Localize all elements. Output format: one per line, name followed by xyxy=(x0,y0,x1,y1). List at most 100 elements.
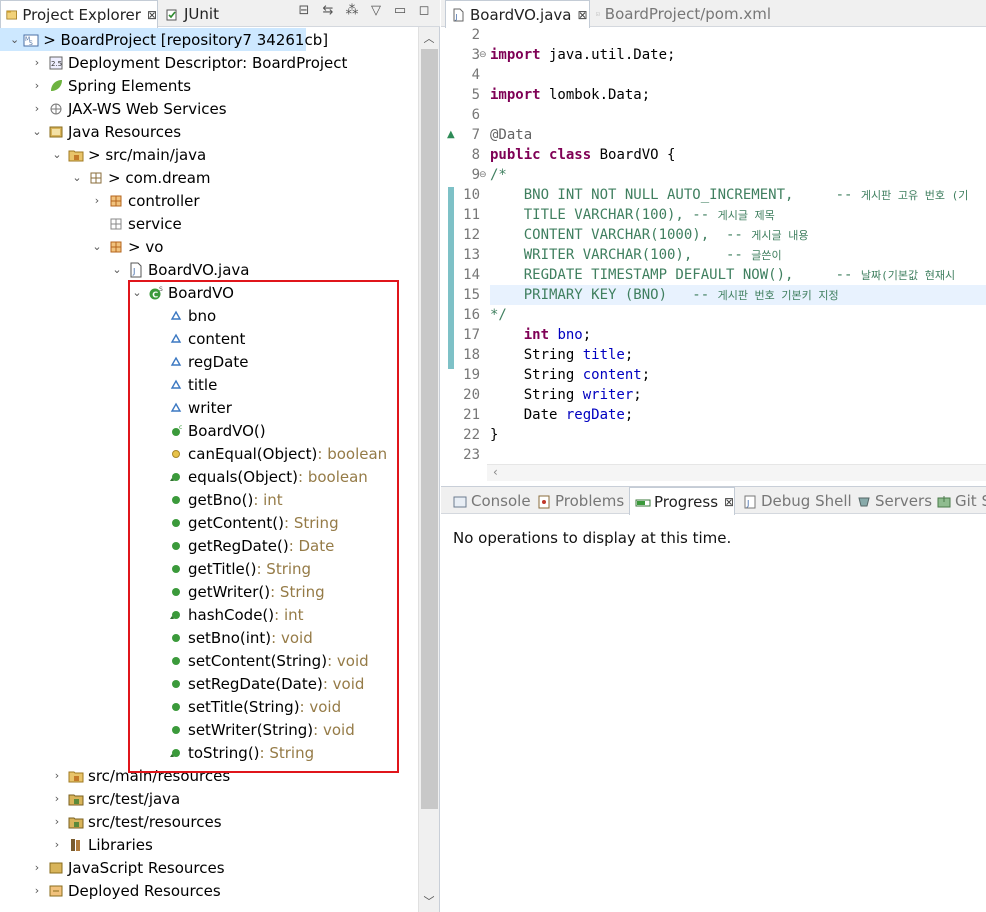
scrollbar-thumb[interactable] xyxy=(421,49,438,809)
close-icon[interactable]: ⊠ xyxy=(577,8,587,22)
tree-item-getcontent[interactable]: getContent() : String xyxy=(0,511,339,534)
close-icon[interactable]: ⊠ xyxy=(724,495,734,509)
collapsed-chevron-icon[interactable]: › xyxy=(50,769,64,783)
code-line[interactable]: WRITER VARCHAR(100), -- 글쓴이 xyxy=(490,245,782,265)
collapsed-chevron-icon[interactable]: › xyxy=(50,815,64,829)
tree-item-writer[interactable]: writer xyxy=(0,396,232,419)
code-line[interactable]: CONTENT VARCHAR(1000), -- 게시글 내용 xyxy=(490,225,809,245)
code-line[interactable]: PRIMARY KEY (BNO) -- 게시판 번호 기본키 지정 xyxy=(490,285,986,305)
tree-item-com-dream[interactable]: ⌄ > com.dream xyxy=(0,166,210,189)
tree-item-src-test-resources[interactable]: › src/test/resources xyxy=(0,810,222,833)
tree-item-getbno[interactable]: getBno() : int xyxy=(0,488,283,511)
code-area[interactable]: import java.util.Date; import lombok.Data… xyxy=(490,27,986,464)
tab-boardvo-java[interactable]: J BoardVO.java ⊠ xyxy=(445,0,590,28)
code-line[interactable]: @Data xyxy=(490,125,532,145)
code-line[interactable]: public class BoardVO { xyxy=(490,145,675,165)
fold-toggle-icon[interactable]: ⊖ xyxy=(479,45,487,65)
code-line[interactable]: /* xyxy=(490,165,507,185)
tree-item-setwriter-string[interactable]: setWriter(String) : void xyxy=(0,718,355,741)
tree-item-bno[interactable]: bno xyxy=(0,304,216,327)
collapsed-chevron-icon[interactable]: › xyxy=(90,194,104,208)
tree-item-spring-elements[interactable]: › Spring Elements xyxy=(0,74,191,97)
code-line[interactable]: int bno; xyxy=(490,325,591,345)
tree-item-hashcode[interactable]: hashCode() : int xyxy=(0,603,304,626)
expand-chevron-icon[interactable]: ⌄ xyxy=(90,240,104,254)
code-line[interactable]: TITLE VARCHAR(100), -- 게시글 제목 xyxy=(490,205,775,225)
code-line[interactable]: import lombok.Data; xyxy=(490,85,650,105)
tree-item-java-resources[interactable]: ⌄ Java Resources xyxy=(0,120,181,143)
tab-console[interactable]: Console xyxy=(447,487,531,514)
tree-item-setregdate-date[interactable]: setRegDate(Date) : void xyxy=(0,672,364,695)
collapsed-chevron-icon[interactable]: › xyxy=(50,792,64,806)
tree-item-boardvo-java[interactable]: ⌄ J BoardVO.java xyxy=(0,258,249,281)
code-line[interactable]: String title; xyxy=(490,345,634,365)
code-line[interactable]: REGDATE TIMESTAMP DEFAULT NOW(), -- 날짜(기… xyxy=(490,265,955,285)
tab-pom-xml[interactable]: M BoardProject/pom.xml xyxy=(591,0,771,27)
tree-item-getregdate[interactable]: getRegDate() : Date xyxy=(0,534,334,557)
tree-item-src-main-java[interactable]: ⌄ > src/main/java xyxy=(0,143,206,166)
expand-chevron-icon[interactable]: ⌄ xyxy=(70,171,84,185)
collapsed-chevron-icon[interactable]: › xyxy=(30,56,44,70)
code-line[interactable]: BNO INT NOT NULL AUTO_INCREMENT, -- 게시판 … xyxy=(490,185,969,205)
tree-item-boardproject-repository7-34261cb[interactable]: ⌄ M S > BoardProject [repository7 34261cb] xyxy=(0,28,328,51)
tab-project-explorer[interactable]: Project Explorer ⊠ xyxy=(0,0,158,28)
tree-item-deployed-resources[interactable]: › Deployed Resources xyxy=(0,879,221,902)
tab-debug-shell[interactable]: J Debug Shell xyxy=(737,487,852,514)
tree-item-service[interactable]: service xyxy=(0,212,182,235)
code-line[interactable]: import java.util.Date; xyxy=(490,45,675,65)
code-line[interactable]: String writer; xyxy=(490,385,642,405)
fold-toggle-icon[interactable]: ⊖ xyxy=(479,165,487,185)
expand-chevron-icon[interactable]: ⌄ xyxy=(10,33,19,47)
collapsed-chevron-icon[interactable]: › xyxy=(30,79,44,93)
tree-item-controller[interactable]: › controller xyxy=(0,189,200,212)
tree-item-tostring[interactable]: toString() : String xyxy=(0,741,314,764)
code-line[interactable]: */ xyxy=(490,305,507,325)
expand-chevron-icon[interactable]: ⌄ xyxy=(110,263,124,277)
tab-servers[interactable]: Servers xyxy=(851,487,932,514)
link-with-editor-icon[interactable]: ⇆ xyxy=(320,3,336,19)
editor-horizontal-scrollbar[interactable]: ‹ xyxy=(487,464,986,481)
tab-progress[interactable]: Progress ⊠ xyxy=(629,487,735,515)
tree-item-gettitle[interactable]: getTitle() : String xyxy=(0,557,311,580)
expand-chevron-icon[interactable]: ⌄ xyxy=(30,125,44,139)
collapsed-chevron-icon[interactable]: › xyxy=(30,102,44,116)
tree-item-getwriter[interactable]: getWriter() : String xyxy=(0,580,325,603)
expand-chevron-icon[interactable]: ⌄ xyxy=(130,286,144,300)
collapsed-chevron-icon[interactable]: › xyxy=(30,884,44,898)
tree-item-src-main-resources[interactable]: › src/main/resources xyxy=(0,764,230,787)
minimize-icon[interactable]: ▭ xyxy=(392,3,408,19)
maximize-icon[interactable]: ◻ xyxy=(416,3,432,19)
code-line[interactable]: String content; xyxy=(490,365,650,385)
tab-junit[interactable]: JUnit xyxy=(160,0,240,27)
view-menu-icon[interactable]: ▽ xyxy=(368,3,384,19)
tree-item-jax-ws-web-services[interactable]: › JAX-WS Web Services xyxy=(0,97,227,120)
tree-item-deployment-descriptor-boardproject[interactable]: › 2.5 Deployment Descriptor: BoardProject xyxy=(0,51,348,74)
tree-item-regdate[interactable]: regDate xyxy=(0,350,248,373)
tab-git-sta[interactable]: Git Sta xyxy=(931,487,986,514)
collapsed-chevron-icon[interactable]: › xyxy=(50,838,64,852)
scroll-down-arrow-icon[interactable]: ﹀ xyxy=(422,893,436,908)
filter-icon[interactable]: ⁂ xyxy=(344,3,360,19)
scroll-left-arrow-icon[interactable]: ‹ xyxy=(493,465,498,479)
tree-item-javascript-resources[interactable]: › JavaScript Resources xyxy=(0,856,225,879)
collapse-all-icon[interactable]: ⊟ xyxy=(296,3,312,19)
tree-item-boardvo[interactable]: c BoardVO() xyxy=(0,419,266,442)
tree-item-equals-object[interactable]: equals(Object) : boolean xyxy=(0,465,368,488)
tree-item-settitle-string[interactable]: setTitle(String) : void xyxy=(0,695,341,718)
tree-vertical-scrollbar[interactable]: ︿ ﹀ xyxy=(418,27,439,912)
tree-item-boardvo[interactable]: ⌄ C S BoardVO xyxy=(0,281,234,304)
tree-item-title[interactable]: title xyxy=(0,373,217,396)
code-line[interactable]: Date regDate; xyxy=(490,405,634,425)
tree-item-setbno-int[interactable]: setBno(int) : void xyxy=(0,626,313,649)
expand-chevron-icon[interactable]: ⌄ xyxy=(50,148,64,162)
tree-item-src-test-java[interactable]: › src/test/java xyxy=(0,787,180,810)
scroll-up-arrow-icon[interactable]: ︿ xyxy=(422,30,436,45)
tree-item-content[interactable]: content xyxy=(0,327,245,350)
collapsed-chevron-icon[interactable]: › xyxy=(30,861,44,875)
tab-problems[interactable]: Problems xyxy=(531,487,627,514)
close-icon[interactable]: ⊠ xyxy=(147,8,157,22)
tree-item-setcontent-string[interactable]: setContent(String) : void xyxy=(0,649,369,672)
tree-item-canequal-object[interactable]: canEqual(Object) : boolean xyxy=(0,442,387,465)
code-line[interactable]: } xyxy=(490,425,498,445)
tree-item-vo[interactable]: ⌄ > vo xyxy=(0,235,163,258)
